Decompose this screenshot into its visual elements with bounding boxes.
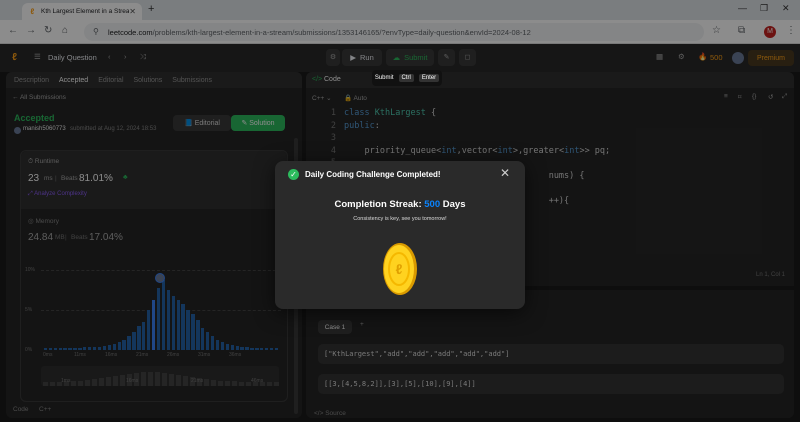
- modal-message: Consistency is key, see you tomorrow!: [353, 216, 447, 222]
- streak-unit: Days: [442, 199, 466, 210]
- tooltip-key-ctrl: Ctrl: [398, 74, 414, 82]
- tooltip-key-enter: Enter: [418, 74, 440, 82]
- svg-text:ℓ: ℓ: [396, 261, 403, 277]
- modal-title: Daily Coding Challenge Completed!: [305, 170, 441, 179]
- submit-shortcut-tooltip: Submit Ctrl Enter: [372, 70, 442, 86]
- daily-challenge-modal: ✓ Daily Coding Challenge Completed! ✕ Co…: [275, 161, 525, 309]
- streak-value: 500: [424, 199, 441, 210]
- check-circle-icon: ✓: [288, 169, 299, 180]
- close-icon[interactable]: ✕: [500, 166, 510, 180]
- streak-line: Completion Streak: 500 Days: [275, 199, 525, 210]
- streak-label: Completion Streak:: [334, 199, 422, 210]
- tooltip-label: Submit: [374, 75, 394, 81]
- coin-icon: ℓ: [383, 243, 417, 295]
